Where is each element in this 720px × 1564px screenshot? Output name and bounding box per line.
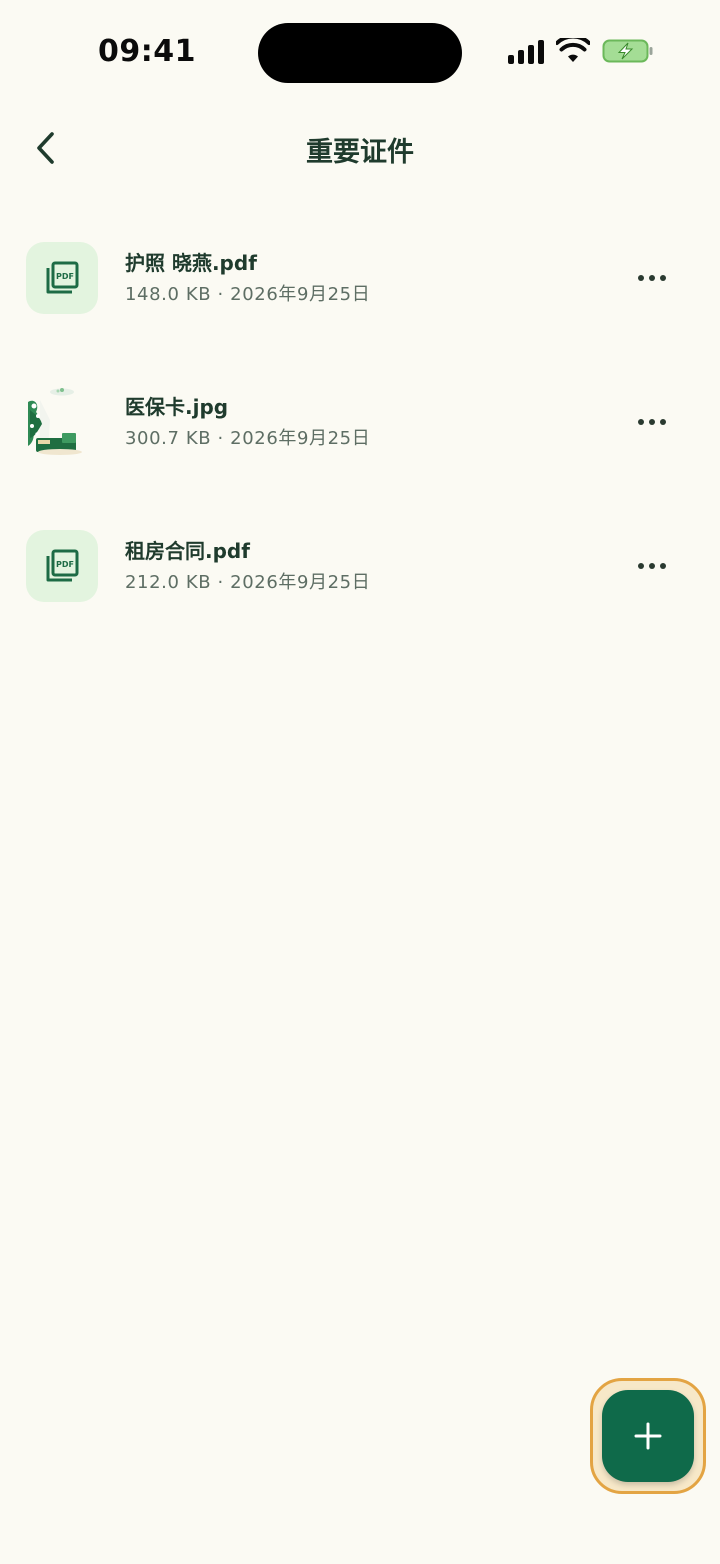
file-row[interactable]: PDF 租房合同.pdf 212.0 KB · 2026年9月25日 xyxy=(0,494,720,638)
page-title: 重要证件 xyxy=(306,137,414,168)
more-options-button[interactable] xyxy=(628,260,676,296)
more-options-button[interactable] xyxy=(628,548,676,584)
file-meta: 300.7 KB · 2026年9月25日 xyxy=(125,428,371,449)
insurance-card-image xyxy=(26,386,98,458)
image-thumbnail xyxy=(26,386,98,458)
file-info: 医保卡.jpg 300.7 KB · 2026年9月25日 xyxy=(125,393,370,451)
pdf-file-icon: PDF xyxy=(46,261,79,294)
file-name: 医保卡.jpg xyxy=(125,395,229,419)
status-icons xyxy=(508,38,654,64)
status-bar: 09:41 xyxy=(0,0,720,100)
file-name: 租房合同.pdf xyxy=(125,539,250,563)
more-horizontal-icon xyxy=(638,563,666,569)
cellular-signal-icon xyxy=(508,38,544,64)
battery-charging-icon xyxy=(602,39,653,63)
file-info: 租房合同.pdf 212.0 KB · 2026年9月25日 xyxy=(125,537,370,595)
dynamic-island xyxy=(258,23,462,83)
plus-icon xyxy=(634,1422,662,1450)
file-row[interactable]: PDF 护照 晓燕.pdf 148.0 KB · 2026年9月25日 xyxy=(0,206,720,350)
status-time: 09:41 xyxy=(98,34,196,69)
file-meta: 148.0 KB · 2026年9月25日 xyxy=(125,284,371,305)
file-info: 护照 晓燕.pdf 148.0 KB · 2026年9月25日 xyxy=(125,249,370,307)
file-name: 护照 晓燕.pdf xyxy=(125,251,257,275)
wifi-icon xyxy=(556,38,590,62)
more-horizontal-icon xyxy=(638,419,666,425)
file-list: PDF 护照 晓燕.pdf 148.0 KB · 2026年9月25日 医保卡.… xyxy=(0,206,720,638)
pdf-file-icon: PDF xyxy=(46,549,79,582)
file-meta: 212.0 KB · 2026年9月25日 xyxy=(125,572,371,593)
pdf-icon-label: PDF xyxy=(56,272,74,281)
pdf-file-thumbnail: PDF xyxy=(26,530,98,602)
file-row[interactable]: 医保卡.jpg 300.7 KB · 2026年9月25日 xyxy=(0,350,720,494)
pdf-file-thumbnail: PDF xyxy=(26,242,98,314)
pdf-icon-label: PDF xyxy=(56,560,74,569)
add-file-button[interactable] xyxy=(602,1390,694,1482)
nav-bar: 重要证件 xyxy=(0,110,720,186)
more-horizontal-icon xyxy=(638,275,666,281)
more-options-button[interactable] xyxy=(628,404,676,440)
